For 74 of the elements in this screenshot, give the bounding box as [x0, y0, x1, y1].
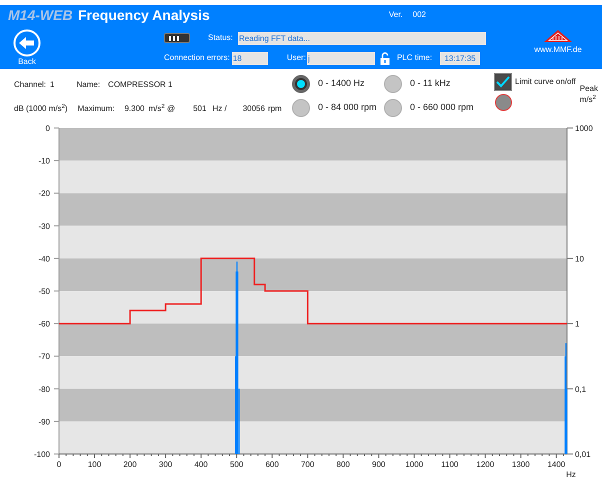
y-tick-label: -80: [38, 384, 50, 394]
x-tick-label: 400: [194, 460, 208, 469]
x-tick-label: 500: [230, 460, 244, 469]
frequency-value: 501: [193, 103, 206, 115]
logo-icon: [543, 29, 573, 43]
right-axis-unit: m/s$^{2}$: [580, 94, 596, 105]
y-tick-label: -70: [38, 352, 50, 362]
range-label: 0 - 1400 Hz: [318, 77, 365, 90]
radio-button[interactable]: [384, 99, 402, 117]
name-value: COMPRESSOR 1: [108, 79, 173, 91]
range-label: 0 - 660 000 rpm: [410, 101, 474, 114]
right-tick-label: 0,01: [575, 450, 591, 459]
status-indicator: [164, 33, 190, 43]
version-label: Ver.: [388, 9, 403, 21]
x-tick-label: 1200: [476, 460, 494, 469]
status-field: Reading FFT data...: [238, 32, 486, 44]
y-tick-label: -90: [38, 417, 50, 426]
x-tick-label: 900: [372, 460, 386, 469]
connection-errors-field: 18: [232, 52, 268, 64]
radio-button[interactable]: [292, 75, 310, 93]
y-tick-label: -20: [38, 189, 50, 198]
channel-label: Channel:: [14, 79, 46, 91]
app-name: M14-WEB: [8, 6, 73, 24]
right-axis-title: Peak: [580, 83, 598, 94]
radio-button[interactable]: [384, 75, 402, 93]
right-tick-label: 1: [575, 320, 580, 329]
x-tick-label: 1300: [512, 460, 530, 469]
back-button[interactable]: Back: [11, 29, 43, 67]
y-tick-label: -100: [34, 450, 50, 459]
user-label: User:: [286, 52, 306, 64]
rpm-unit: rpm: [268, 103, 282, 115]
range-label: 0 - 11 kHz: [410, 77, 450, 90]
maximum-unit: m/s$^{2}$ @: [148, 103, 176, 115]
y-tick-label: -50: [38, 287, 50, 296]
x-tick-label: 700: [301, 460, 314, 469]
padlock-icon: [380, 52, 390, 64]
y-tick-label: -30: [38, 222, 50, 231]
status-label: Status:: [208, 32, 234, 44]
limit-curve-label: Limit curve on/off: [515, 76, 576, 88]
y-tick-label: 0: [46, 124, 50, 133]
x-tick-label: 200: [123, 460, 137, 469]
plc-time-field: 13:17:35: [440, 52, 480, 64]
x-tick-label: 300: [158, 460, 172, 469]
website-label: www.MMF.de: [534, 44, 582, 56]
frequency-unit: Hz /: [212, 103, 227, 115]
x-tick-label: 1400: [547, 460, 566, 469]
x-tick-label: 600: [265, 460, 279, 469]
unit-label: dB (1000 m/s$^{2}$): [14, 103, 68, 115]
version-value: 002: [412, 9, 426, 21]
x-tick-label: 100: [88, 460, 102, 469]
x-axis-label: Hz: [566, 470, 576, 479]
x-tick-label: 800: [336, 460, 350, 469]
right-tick-label: 10: [575, 254, 584, 264]
plc-time-label: PLC time:: [396, 52, 432, 64]
channel-value: 1: [50, 79, 54, 91]
y-tick-label: -40: [38, 254, 50, 264]
maximum-label: Maximum:: [78, 103, 114, 115]
limit-curve-checkbox[interactable]: [494, 73, 512, 91]
x-tick-label: 1100: [441, 460, 458, 469]
connection-errors-label: Connection errors:: [164, 52, 230, 64]
right-tick-label: 0,1: [575, 384, 586, 394]
x-tick-label: 0: [56, 460, 62, 469]
rpm-value: 30056: [242, 103, 265, 115]
maximum-value: 9.300: [124, 103, 145, 115]
x-tick-label: 1000: [405, 460, 424, 469]
y-tick-label: -10: [38, 156, 50, 166]
name-label: Name:: [76, 79, 100, 91]
user-field[interactable]: j: [306, 52, 375, 64]
page-title: Frequency Analysis: [78, 6, 210, 25]
radio-button[interactable]: [292, 99, 310, 117]
range-label: 0 - 84 000 rpm: [318, 101, 377, 114]
limit-indicator-light: [495, 94, 512, 111]
y-tick-label: -60: [38, 320, 50, 329]
right-tick-label: 1000: [575, 124, 593, 133]
